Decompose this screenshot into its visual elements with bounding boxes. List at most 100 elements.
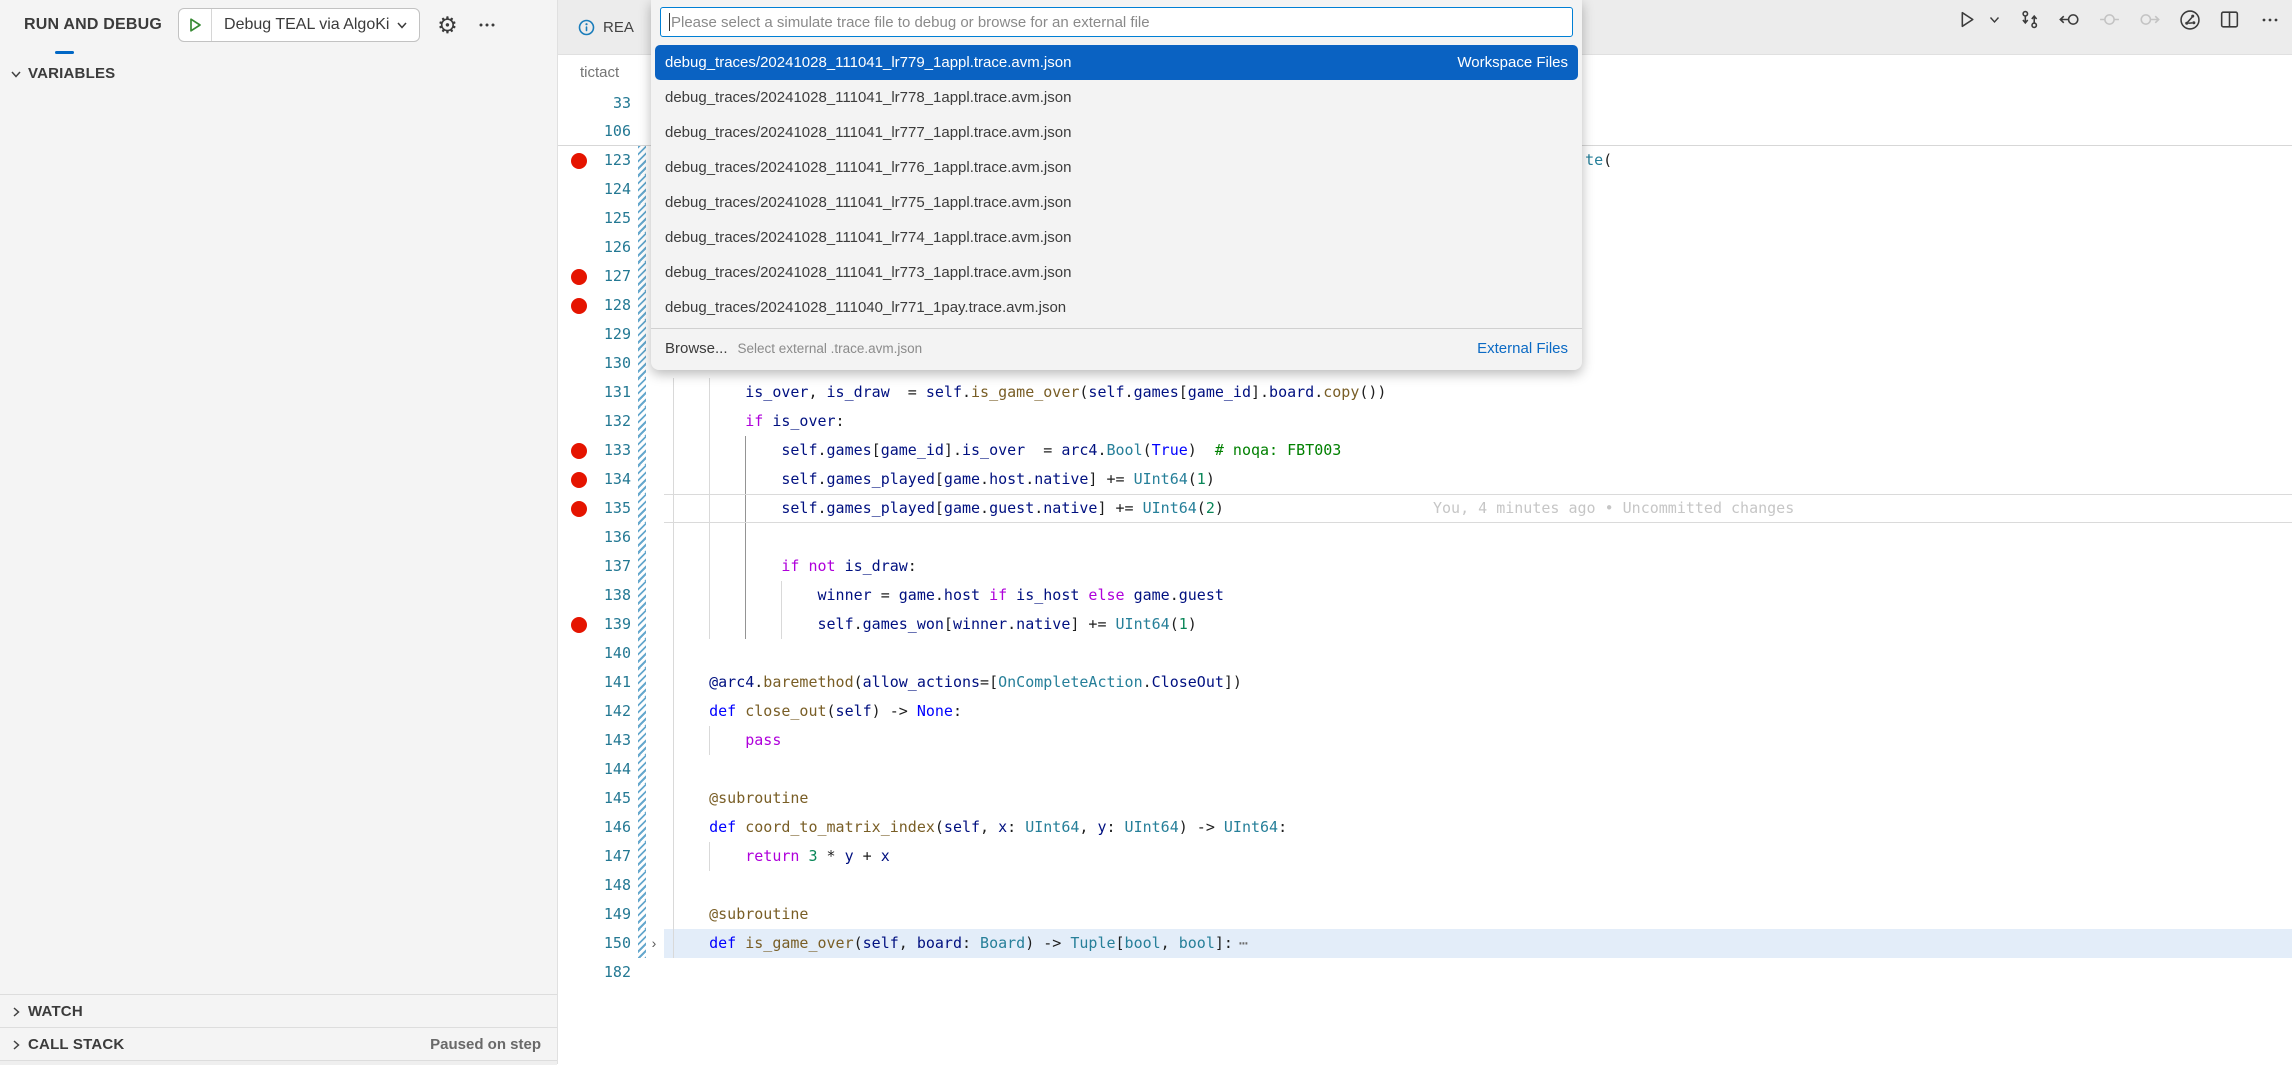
quickpick-item[interactable]: debug_traces/20241028_111041_lr773_1appl… xyxy=(651,255,1582,290)
editor-gutter[interactable]: 128 xyxy=(558,291,662,320)
code-line[interactable]: 147return 3 * y + x xyxy=(558,842,2292,871)
modified-lines-indicator[interactable] xyxy=(638,523,646,552)
indent-guide xyxy=(673,871,674,900)
code-line[interactable]: 137if not is_draw: xyxy=(558,552,2292,581)
previous-change-button[interactable] xyxy=(2057,7,2082,32)
line-number[interactable]: 124 xyxy=(589,175,631,204)
modified-lines-indicator[interactable] xyxy=(638,639,646,668)
editor-gutter[interactable]: 126 xyxy=(558,233,662,262)
code-line[interactable]: 148 xyxy=(558,871,2292,900)
editor-gutter[interactable]: 129 xyxy=(558,320,662,349)
code-text: winner = game.host if is_host else game.… xyxy=(558,581,2292,610)
line-number[interactable]: 33 xyxy=(589,89,631,117)
editor-gutter[interactable]: 140 xyxy=(558,639,662,668)
code-line[interactable]: 146def coord_to_matrix_index(self, x: UI… xyxy=(558,813,2292,842)
modified-lines-indicator[interactable] xyxy=(638,320,646,349)
trace-file-label: debug_traces/20241028_111041_lr774_1appl… xyxy=(665,229,1071,246)
modified-lines-indicator[interactable] xyxy=(638,204,646,233)
editor-gutter[interactable]: 106 xyxy=(558,117,662,145)
debug-config-select[interactable]: Debug TEAL via AlgoKi xyxy=(212,16,393,34)
line-number[interactable]: 130 xyxy=(589,349,631,378)
line-number[interactable]: 129 xyxy=(589,320,631,349)
line-number[interactable]: 136 xyxy=(589,523,631,552)
line-number[interactable]: 127 xyxy=(589,262,631,291)
quickpick-input[interactable]: Please select a simulate trace file to d… xyxy=(660,7,1573,37)
code-line[interactable]: 144 xyxy=(558,755,2292,784)
editor-gutter[interactable]: 124 xyxy=(558,175,662,204)
code-line[interactable]: 141@arc4.baremethod(allow_actions=[OnCom… xyxy=(558,668,2292,697)
code-line[interactable]: 142def close_out(self) -> None: xyxy=(558,697,2292,726)
line-number[interactable]: 126 xyxy=(589,233,631,262)
quickpick-browse-item[interactable]: Browse... Select external .trace.avm.jso… xyxy=(651,331,1582,365)
breakpoint-dot[interactable] xyxy=(571,298,587,314)
progress-bar-chunk xyxy=(55,51,74,54)
variables-section-header[interactable]: VARIABLES xyxy=(0,57,557,90)
debug-settings-gear-button[interactable]: ⚙ xyxy=(434,12,460,38)
watch-section-header[interactable]: WATCH xyxy=(0,994,557,1028)
call-stack-section-header[interactable]: CALL STACK Paused on step xyxy=(0,1027,557,1061)
code-line[interactable]: 131is_over, is_draw = self.is_game_over(… xyxy=(558,378,2292,407)
folded-code-ellipsis[interactable]: ⋯ xyxy=(1239,934,1248,952)
text-caret xyxy=(669,13,670,31)
modified-lines-indicator[interactable] xyxy=(638,755,646,784)
modified-lines-indicator[interactable] xyxy=(638,175,646,204)
editor-gutter[interactable]: 127 xyxy=(558,262,662,291)
split-editor-button[interactable] xyxy=(2217,7,2242,32)
modified-lines-indicator[interactable] xyxy=(638,871,646,900)
line-number[interactable]: 128 xyxy=(589,291,631,320)
open-changes-graph-button[interactable] xyxy=(2177,7,2202,32)
code-line[interactable]: 135self.games_played[game.guest.native] … xyxy=(558,494,2292,523)
line-number[interactable]: 144 xyxy=(589,755,631,784)
code-line[interactable]: 136 xyxy=(558,523,2292,552)
quickpick-item[interactable]: debug_traces/20241028_111041_lr778_1appl… xyxy=(651,80,1582,115)
indent-guide xyxy=(673,523,674,552)
chevron-right-icon xyxy=(8,1038,24,1052)
editor-gutter[interactable]: 33 xyxy=(558,89,662,117)
quickpick-item[interactable]: debug_traces/20241028_111041_lr777_1appl… xyxy=(651,115,1582,150)
start-debug-button[interactable] xyxy=(179,9,212,41)
line-number[interactable]: 182 xyxy=(589,958,631,987)
code-line[interactable]: 149@subroutine xyxy=(558,900,2292,929)
quickpick-item[interactable]: debug_traces/20241028_111040_lr771_1pay.… xyxy=(651,290,1582,325)
quickpick-item[interactable]: debug_traces/20241028_111041_lr775_1appl… xyxy=(651,185,1582,220)
editor-gutter[interactable]: 136 xyxy=(558,523,662,552)
code-text: def is_game_over(self, board: Board) -> … xyxy=(558,929,2292,958)
modified-lines-indicator[interactable] xyxy=(638,291,646,320)
compare-changes-icon[interactable] xyxy=(2017,7,2042,32)
breakpoint-dot[interactable] xyxy=(571,269,587,285)
code-text: self.games_won[winner.native] += UInt64(… xyxy=(558,610,2292,639)
tab-readme[interactable]: REA xyxy=(558,0,634,54)
code-line[interactable]: 138winner = game.host if is_host else ga… xyxy=(558,581,2292,610)
workspace-files-group-label: Workspace Files xyxy=(1457,54,1568,71)
code-line[interactable]: 139self.games_won[winner.native] += UInt… xyxy=(558,610,2292,639)
chevron-down-icon[interactable] xyxy=(393,18,419,32)
code-line[interactable]: 132if is_over: xyxy=(558,407,2292,436)
line-number[interactable]: 148 xyxy=(589,871,631,900)
code-line[interactable]: 134self.games_played[game.host.native] +… xyxy=(558,465,2292,494)
code-line[interactable]: 133self.games[game_id].is_over = arc4.Bo… xyxy=(558,436,2292,465)
editor-gutter[interactable]: 182 xyxy=(558,958,662,987)
line-number[interactable]: 106 xyxy=(589,117,631,145)
code-line[interactable]: 143pass xyxy=(558,726,2292,755)
line-number[interactable]: 140 xyxy=(589,639,631,668)
quickpick-item[interactable]: debug_traces/20241028_111041_lr776_1appl… xyxy=(651,150,1582,185)
code-line[interactable]: 182 xyxy=(558,958,2292,987)
modified-lines-indicator[interactable] xyxy=(638,349,646,378)
breadcrumb-file[interactable]: tictact xyxy=(580,64,619,81)
code-line[interactable]: 140 xyxy=(558,639,2292,668)
run-button[interactable] xyxy=(1954,7,1979,32)
quickpick-item[interactable]: debug_traces/20241028_111041_lr774_1appl… xyxy=(651,220,1582,255)
editor-more-actions-button[interactable] xyxy=(2257,7,2282,32)
quickpick-item[interactable]: debug_traces/20241028_111041_lr779_1appl… xyxy=(655,45,1578,80)
run-options-chevron[interactable] xyxy=(1986,7,2002,32)
editor-gutter[interactable]: 130 xyxy=(558,349,662,378)
editor-gutter[interactable]: 144 xyxy=(558,755,662,784)
editor-gutter[interactable]: 148 xyxy=(558,871,662,900)
line-number[interactable]: 125 xyxy=(589,204,631,233)
code-line[interactable]: 145@subroutine xyxy=(558,784,2292,813)
editor-gutter[interactable]: 125 xyxy=(558,204,662,233)
code-line[interactable]: 150›def is_game_over(self, board: Board)… xyxy=(558,929,2292,958)
modified-lines-indicator[interactable] xyxy=(638,233,646,262)
modified-lines-indicator[interactable] xyxy=(638,262,646,291)
more-actions-button[interactable] xyxy=(474,12,500,38)
